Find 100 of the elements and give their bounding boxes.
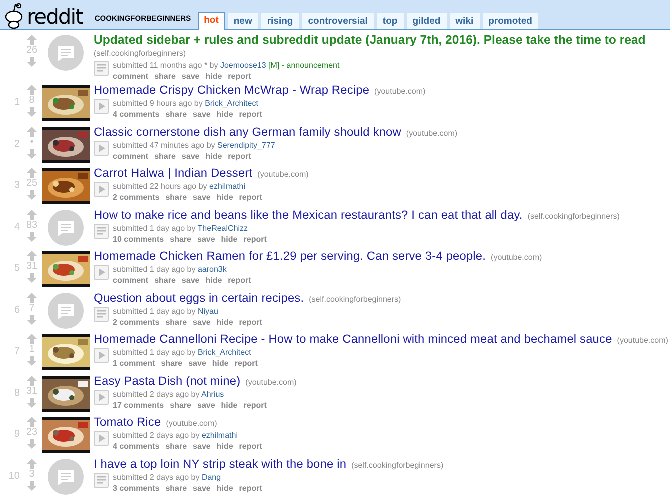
post-action-link[interactable]: 10 comments <box>113 234 164 244</box>
text-expand-icon[interactable] <box>94 224 109 238</box>
text-expand-icon[interactable] <box>94 61 109 76</box>
post-action-link[interactable]: save <box>193 192 211 203</box>
upvote-icon[interactable] <box>27 417 37 427</box>
post-action-link[interactable]: report <box>239 482 262 494</box>
author-link[interactable]: aaron3k <box>198 265 227 274</box>
upvote-icon[interactable] <box>27 334 37 344</box>
upvote-icon[interactable] <box>27 35 37 45</box>
post-action-link[interactable]: share <box>166 482 188 494</box>
post-action-link[interactable]: report <box>239 316 262 328</box>
post-action-link[interactable]: 4 comments <box>113 109 160 120</box>
post-action-link[interactable]: hide <box>216 109 234 120</box>
post-action-link[interactable]: share <box>154 71 176 82</box>
play-icon[interactable] <box>94 348 109 363</box>
upvote-icon[interactable] <box>27 376 37 386</box>
post-title[interactable]: Homemade Cannelloni Recipe - How to make Cannelloni with minced meat and bechamel sauce <box>94 332 612 347</box>
post-action-link[interactable]: share <box>154 150 176 162</box>
domain-label[interactable]: (youtube.com) <box>617 336 668 345</box>
post-action-link[interactable]: hide <box>206 150 222 162</box>
downvote-icon[interactable] <box>27 439 37 449</box>
post-title[interactable]: Carrot Halwa | Indian Dessert <box>94 166 253 181</box>
author-link[interactable]: Dang <box>202 472 222 482</box>
post-action-link[interactable]: save <box>188 358 206 369</box>
downvote-icon[interactable] <box>27 398 37 408</box>
logo-text[interactable]: reddit <box>27 5 83 29</box>
post-action-link[interactable]: report <box>244 400 267 410</box>
post-title[interactable]: Classic cornerstone dish any German family should know <box>94 124 402 140</box>
play-icon[interactable] <box>94 431 109 446</box>
post-action-link[interactable]: save <box>193 109 211 120</box>
downvote-icon[interactable] <box>27 148 37 158</box>
post-action-link[interactable]: share <box>166 192 188 203</box>
tab[interactable]: gilded <box>406 13 447 29</box>
post-action-link[interactable]: save <box>198 234 216 244</box>
post-action-link[interactable]: hide <box>206 71 222 82</box>
post-action-link[interactable]: hide <box>216 482 234 494</box>
upvote-icon[interactable] <box>27 126 37 136</box>
author-link[interactable]: Joemoose13 <box>220 61 266 70</box>
post-action-link[interactable]: share <box>170 400 192 410</box>
author-link[interactable]: Brick_Architect <box>198 348 252 357</box>
post-title[interactable]: Homemade Crispy Chicken McWrap - Wrap Recipe <box>94 83 370 98</box>
post-action-link[interactable]: share <box>166 316 188 328</box>
domain-label[interactable]: (youtube.com) <box>406 128 458 138</box>
post-title[interactable]: Tomato Rice <box>94 415 162 430</box>
post-action-link[interactable]: save <box>193 482 211 494</box>
text-expand-icon[interactable] <box>94 472 109 488</box>
author-link[interactable]: ezhilmathi <box>202 431 238 440</box>
play-icon[interactable] <box>94 390 109 404</box>
upvote-icon[interactable] <box>27 85 37 95</box>
post-action-link[interactable]: 2 comments <box>113 192 160 203</box>
downvote-icon[interactable] <box>27 356 37 366</box>
post-action-link[interactable]: report <box>228 275 252 286</box>
play-icon[interactable] <box>94 182 109 197</box>
post-title[interactable]: Easy Pasta Dish (not mine) <box>94 374 241 388</box>
post-action-link[interactable]: save <box>198 400 216 410</box>
post-action-link[interactable]: report <box>228 150 252 162</box>
author-link[interactable]: Ahrius <box>202 390 224 398</box>
post-title[interactable]: Updated sidebar + rules and subreddit update (January 7th, 2016). Please take the time to read <box>94 33 646 48</box>
domain-label[interactable]: (self.cookingforbeginners) <box>309 294 402 304</box>
text-post-icon[interactable] <box>48 292 84 328</box>
text-expand-icon[interactable] <box>94 306 109 322</box>
post-action-link[interactable]: share <box>170 234 192 244</box>
upvote-icon[interactable] <box>27 210 37 220</box>
tab[interactable]: promoted <box>482 13 538 29</box>
post-action-link[interactable]: 4 comments <box>113 441 160 452</box>
text-post-icon[interactable] <box>48 458 84 494</box>
post-title[interactable]: I have a top loin NY strip steak with the bone in <box>94 456 347 472</box>
post-action-link[interactable]: hide <box>216 192 234 203</box>
tab[interactable]: top <box>376 13 404 29</box>
post-action-link[interactable]: save <box>182 275 200 286</box>
post-action-link[interactable]: share <box>154 275 176 286</box>
post-action-link[interactable]: save <box>193 441 211 452</box>
upvote-icon[interactable] <box>27 251 37 261</box>
domain-label[interactable]: (self.cookingforbeginners) <box>94 48 670 60</box>
post-action-link[interactable]: save <box>182 71 200 82</box>
play-icon[interactable] <box>94 99 109 114</box>
post-action-link[interactable]: 2 comments <box>113 316 160 328</box>
post-action-link[interactable]: hide <box>216 441 234 452</box>
downvote-icon[interactable] <box>27 190 37 200</box>
post-action-link[interactable]: hide <box>221 400 238 410</box>
downvote-icon[interactable] <box>27 57 37 67</box>
domain-label[interactable]: (youtube.com) <box>246 378 297 386</box>
tab[interactable]: hot <box>198 12 225 30</box>
downvote-icon[interactable] <box>27 314 37 324</box>
post-action-link[interactable]: report <box>244 234 267 244</box>
post-action-link[interactable]: share <box>166 441 188 452</box>
domain-label[interactable]: (self.cookingforbeginners) <box>352 460 444 470</box>
post-action-link[interactable]: share <box>161 358 183 369</box>
post-title[interactable]: Homemade Chicken Ramen for £1.29 per serving. Can serve 3-4 people. <box>94 249 486 264</box>
post-title[interactable]: Question about eggs in certain recipes. <box>94 290 304 306</box>
author-link[interactable]: Brick_Architect <box>205 99 258 108</box>
domain-label[interactable]: (self.cookingforbeginners) <box>528 212 620 220</box>
downvote-icon[interactable] <box>27 107 37 117</box>
post-action-link[interactable]: hide <box>221 234 238 244</box>
post-action-link[interactable]: hide <box>216 316 234 328</box>
post-action-link[interactable]: report <box>234 358 258 369</box>
post-action-link[interactable]: save <box>182 150 200 162</box>
text-post-icon[interactable] <box>48 35 84 71</box>
post-action-link[interactable]: comment <box>113 150 149 162</box>
post-action-link[interactable]: report <box>239 192 262 203</box>
